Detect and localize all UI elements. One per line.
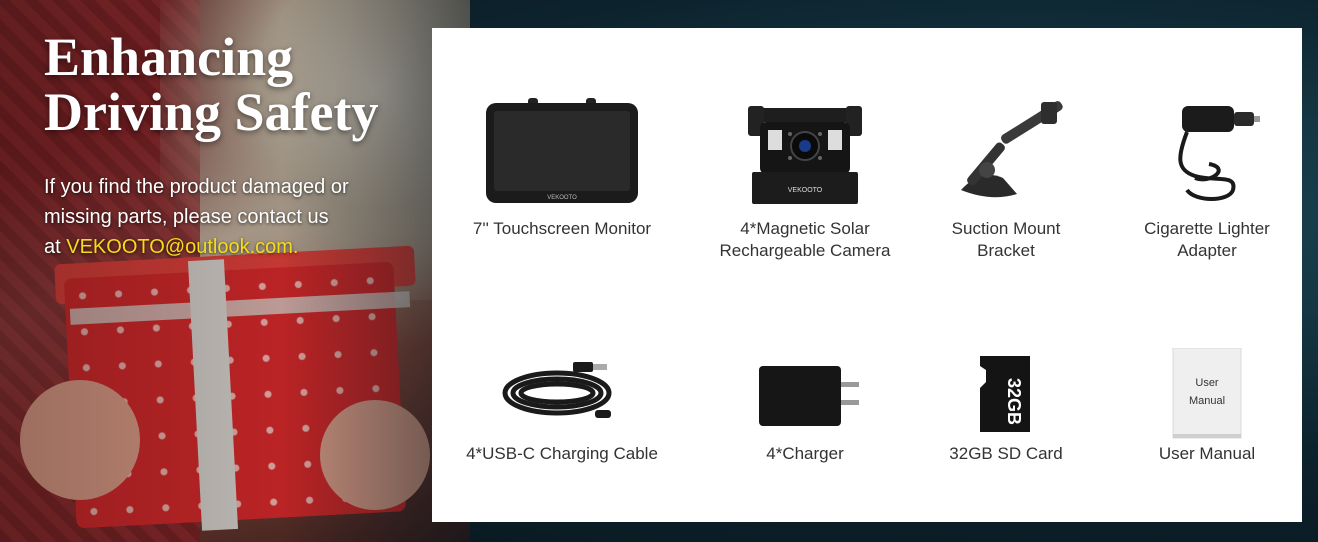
notice-line-2: missing parts, please contact us bbox=[44, 206, 329, 228]
item-label: 4*Magnetic Solar Rechargeable Camera bbox=[719, 219, 891, 260]
monitor-icon: VEKOOTO bbox=[486, 98, 638, 203]
item-label: 32GB SD Card bbox=[949, 444, 1063, 463]
headline-line-1: Enhancing bbox=[44, 27, 294, 87]
item-label: User Manual bbox=[1158, 444, 1256, 463]
item-sd-card: 32GB 32GB SD Card bbox=[896, 348, 1116, 465]
car-adapter-icon bbox=[1178, 106, 1260, 201]
sd-card-capacity: 32GB bbox=[1004, 378, 1024, 425]
suction-mount-icon bbox=[961, 101, 1063, 198]
item-charger: 4*Charger bbox=[695, 348, 915, 465]
product-banner: Enhancing Driving Safety If you find the… bbox=[0, 0, 1318, 542]
item-usb-cable: 4*USB-C Charging Cable bbox=[452, 348, 672, 465]
sd-card-icon: 32GB bbox=[980, 356, 1030, 432]
contact-notice: If you find the product damaged or missi… bbox=[44, 172, 424, 262]
notice-line-1: If you find the product damaged or bbox=[44, 176, 349, 198]
manual-icon: User Manual bbox=[1172, 348, 1242, 439]
item-label: 4*USB-C Charging Cable bbox=[466, 444, 658, 463]
camera-icon: VEKOOTO bbox=[748, 106, 862, 204]
notice-line-3-prefix: at bbox=[44, 236, 67, 258]
item-label: 7'' Touchscreen Monitor bbox=[472, 219, 652, 238]
manual-cover-line-1: User bbox=[1195, 377, 1219, 389]
item-monitor: VEKOOTO 7'' Touchscreen Monitor bbox=[452, 98, 672, 240]
headline-line-2: Driving Safety bbox=[44, 82, 379, 142]
item-label: 4*Charger bbox=[766, 444, 844, 463]
contact-email-link[interactable]: VEKOOTO@outlook.com. bbox=[66, 236, 298, 258]
item-label: Cigarette Lighter Adapter bbox=[1144, 219, 1270, 260]
item-user-manual: User Manual User Manual bbox=[1097, 348, 1317, 465]
item-label: Suction Mount Bracket bbox=[951, 219, 1061, 260]
item-car-adapter: Cigarette Lighter Adapter bbox=[1097, 98, 1317, 262]
item-suction-mount: Suction Mount Bracket bbox=[896, 98, 1116, 262]
usb-cable-icon bbox=[502, 362, 612, 418]
manual-cover-line-2: Manual bbox=[1189, 395, 1225, 407]
monitor-brand-mark: VEKOOTO bbox=[547, 195, 577, 201]
camera-brand-mark: VEKOOTO bbox=[788, 187, 823, 194]
package-contents-panel: VEKOOTO 7'' Touchscreen Monitor VEKOOTO … bbox=[432, 28, 1302, 522]
item-camera: VEKOOTO 4*Magnetic Solar Rechargeable Cam… bbox=[695, 98, 915, 262]
charger-icon bbox=[759, 366, 859, 426]
headline: Enhancing Driving Safety bbox=[44, 30, 424, 140]
